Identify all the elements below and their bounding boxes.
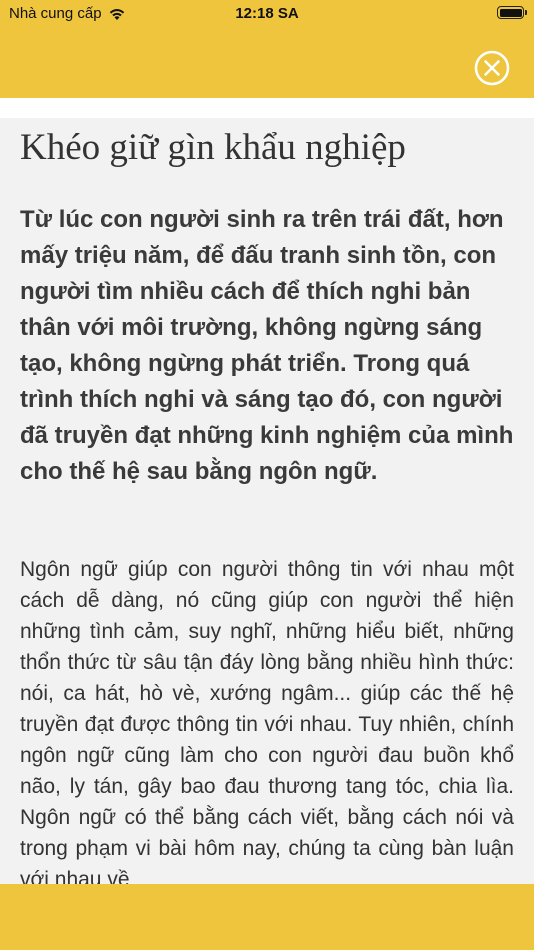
article-body: Ngôn ngữ giúp con người thông tin với nh… [20,558,514,884]
article-title: Khéo giữ gìn khẩu nghiệp [20,127,406,168]
battery-icon [497,6,527,19]
article-content[interactable]: Khéo giữ gìn khẩu nghiệp Từ lúc con ngườ… [0,118,534,884]
bottom-bar [0,884,534,950]
close-button[interactable] [474,50,510,86]
status-bar: Nhà cung cấp 12:18 SA [0,0,534,30]
top-bar: Nhà cung cấp 12:18 SA [0,0,534,98]
status-time: 12:18 SA [235,5,299,22]
close-icon [474,50,510,86]
article-lead: Từ lúc con người sinh ra trên trái đất, … [20,206,514,485]
screen: Nhà cung cấp 12:18 SA Khéo giữ gìn khẩu … [0,0,534,950]
